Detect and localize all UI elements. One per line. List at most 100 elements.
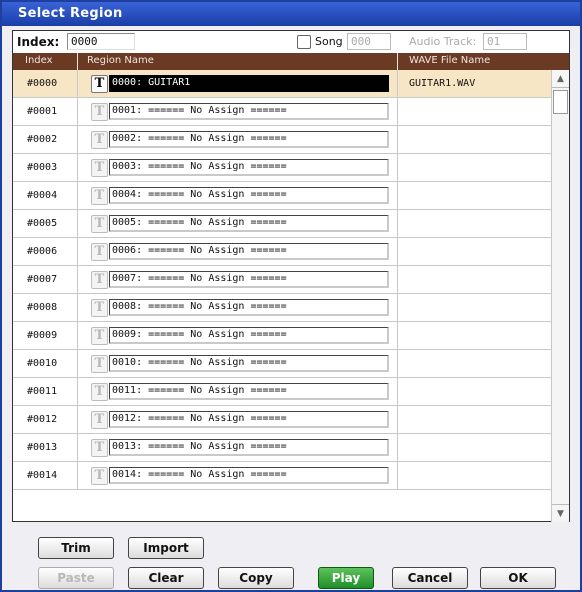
row-divider: [77, 266, 78, 294]
row-divider: [77, 350, 78, 378]
play-button[interactable]: Play: [318, 567, 374, 589]
text-edit-icon[interactable]: T: [91, 383, 108, 401]
row-divider: [397, 462, 398, 490]
table-row[interactable]: #0012 T 0012: ====== No Assign ======: [13, 406, 551, 434]
row-divider: [77, 238, 78, 266]
row-index: #0001: [27, 106, 58, 117]
table-row[interactable]: #0004 T 0004: ====== No Assign ======: [13, 182, 551, 210]
trim-button[interactable]: Trim: [38, 537, 114, 559]
wave-file-name: GUITAR1.WAV: [409, 78, 476, 89]
table-row[interactable]: #0001 T 0001: ====== No Assign ======: [13, 98, 551, 126]
row-divider: [77, 294, 78, 322]
copy-button[interactable]: Copy: [218, 567, 294, 589]
table-row[interactable]: #0007 T 0007: ====== No Assign ======: [13, 266, 551, 294]
region-name-field[interactable]: 0012: ====== No Assign ======: [109, 411, 389, 428]
text-edit-icon[interactable]: T: [91, 159, 108, 177]
table-row[interactable]: #0014 T 0014: ====== No Assign ======: [13, 462, 551, 490]
table-row[interactable]: #0011 T 0011: ====== No Assign ======: [13, 378, 551, 406]
region-name-field[interactable]: 0008: ====== No Assign ======: [109, 299, 389, 316]
text-edit-icon[interactable]: T: [91, 131, 108, 149]
row-divider: [77, 434, 78, 462]
text-edit-icon[interactable]: T: [91, 243, 108, 261]
table-row[interactable]: #0013 T 0013: ====== No Assign ======: [13, 434, 551, 462]
region-name-field[interactable]: 0003: ====== No Assign ======: [109, 159, 389, 176]
text-edit-icon[interactable]: T: [91, 103, 108, 121]
row-index: #0009: [27, 330, 58, 341]
text-edit-icon[interactable]: T: [91, 187, 108, 205]
song-checkbox[interactable]: [297, 35, 311, 49]
table-row[interactable]: #0002 T 0002: ====== No Assign ======: [13, 126, 551, 154]
text-edit-icon[interactable]: T: [91, 75, 108, 93]
table-row[interactable]: #0010 T 0010: ====== No Assign ======: [13, 350, 551, 378]
text-edit-icon[interactable]: T: [91, 411, 108, 429]
row-index: #0011: [27, 386, 58, 397]
region-name-field[interactable]: 0004: ====== No Assign ======: [109, 187, 389, 204]
row-divider: [397, 238, 398, 266]
row-divider: [77, 182, 78, 210]
text-edit-icon[interactable]: T: [91, 355, 108, 373]
row-divider: [397, 154, 398, 182]
index-input[interactable]: 0000: [67, 33, 135, 50]
import-button[interactable]: Import: [128, 537, 204, 559]
row-index: #0006: [27, 246, 58, 257]
region-name-field[interactable]: 0014: ====== No Assign ======: [109, 467, 389, 484]
row-index: #0000: [27, 78, 58, 89]
clear-button[interactable]: Clear: [128, 567, 204, 589]
row-divider: [77, 126, 78, 154]
index-toolbar: Index: 0000 Song 000 Audio Track: 01: [13, 31, 569, 53]
ok-button[interactable]: OK: [480, 567, 556, 589]
select-region-dialog: Select Region Index: 0000 Song 000 Audio…: [0, 0, 582, 592]
table-header: Index Region Name WAVE File Name: [13, 53, 569, 70]
text-edit-icon[interactable]: T: [91, 467, 108, 485]
row-divider: [77, 210, 78, 238]
row-divider: [77, 98, 78, 126]
column-wave-file: WAVE File Name: [409, 55, 491, 66]
song-number-field: 000: [347, 33, 391, 50]
table-row[interactable]: #0005 T 0005: ====== No Assign ======: [13, 210, 551, 238]
row-index: #0008: [27, 302, 58, 313]
row-divider: [397, 350, 398, 378]
row-divider: [77, 406, 78, 434]
table-row[interactable]: #0009 T 0009: ====== No Assign ======: [13, 322, 551, 350]
row-divider: [397, 98, 398, 126]
region-name-field[interactable]: 0002: ====== No Assign ======: [109, 131, 389, 148]
row-index: #0012: [27, 414, 58, 425]
cancel-button[interactable]: Cancel: [392, 567, 468, 589]
region-panel: Index: 0000 Song 000 Audio Track: 01 Ind…: [12, 30, 570, 522]
region-name-field[interactable]: 0005: ====== No Assign ======: [109, 215, 389, 232]
table-row[interactable]: #0000 T 0000: GUITAR1 GUITAR1.WAV: [13, 70, 551, 98]
region-name-field[interactable]: 0000: GUITAR1: [109, 75, 389, 92]
row-divider: [77, 462, 78, 490]
column-index: Index: [25, 55, 53, 66]
vertical-scrollbar[interactable]: ▲ ▼: [551, 70, 569, 522]
scroll-down-arrow-icon[interactable]: ▼: [552, 504, 569, 522]
text-edit-icon[interactable]: T: [91, 439, 108, 457]
table-row[interactable]: #0003 T 0003: ====== No Assign ======: [13, 154, 551, 182]
region-name-field[interactable]: 0010: ====== No Assign ======: [109, 355, 389, 372]
text-edit-icon[interactable]: T: [91, 271, 108, 289]
row-divider: [397, 266, 398, 294]
row-index: #0005: [27, 218, 58, 229]
region-name-field[interactable]: 0013: ====== No Assign ======: [109, 439, 389, 456]
row-divider: [397, 182, 398, 210]
region-name-field[interactable]: 0011: ====== No Assign ======: [109, 383, 389, 400]
row-index: #0002: [27, 134, 58, 145]
row-index: #0003: [27, 162, 58, 173]
region-list: #0000 T 0000: GUITAR1 GUITAR1.WAV #0001 T 0001…: [13, 70, 551, 522]
table-row[interactable]: #0006 T 0006: ====== No Assign ======: [13, 238, 551, 266]
paste-button: Paste: [38, 567, 114, 589]
text-edit-icon[interactable]: T: [91, 327, 108, 345]
row-divider: [397, 126, 398, 154]
region-name-field[interactable]: 0007: ====== No Assign ======: [109, 271, 389, 288]
row-divider: [77, 154, 78, 182]
text-edit-icon[interactable]: T: [91, 215, 108, 233]
table-row[interactable]: #0008 T 0008: ====== No Assign ======: [13, 294, 551, 322]
region-name-field[interactable]: 0009: ====== No Assign ======: [109, 327, 389, 344]
text-edit-icon[interactable]: T: [91, 299, 108, 317]
header-divider: [77, 53, 78, 70]
region-name-field[interactable]: 0006: ====== No Assign ======: [109, 243, 389, 260]
region-name-field[interactable]: 0001: ====== No Assign ======: [109, 103, 389, 120]
scroll-up-arrow-icon[interactable]: ▲: [552, 70, 569, 88]
row-divider: [77, 322, 78, 350]
scroll-thumb[interactable]: [553, 90, 568, 114]
